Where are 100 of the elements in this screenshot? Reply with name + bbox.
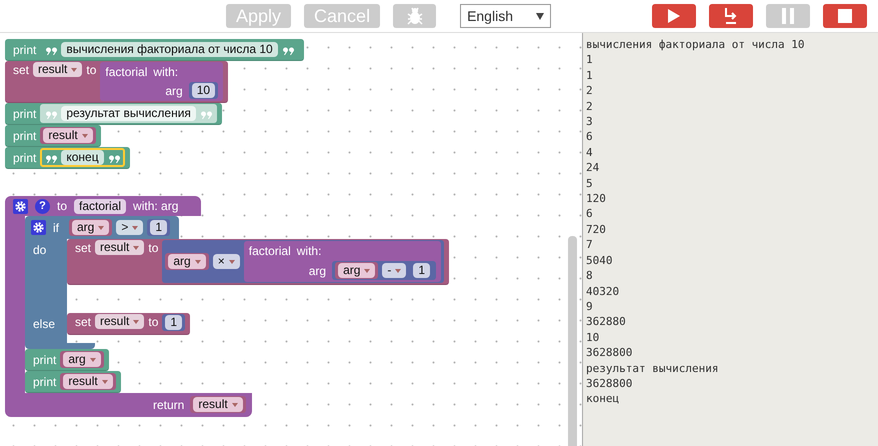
quote-icon (282, 44, 294, 54)
variable-dropdown[interactable]: arg (168, 254, 206, 269)
quote-icon (108, 152, 120, 162)
language-select[interactable]: English (460, 4, 552, 28)
output-line: 720 (586, 222, 606, 238)
operator-dropdown[interactable]: - (382, 263, 406, 278)
output-line: вычисления факториала от числа 10 (586, 37, 805, 52)
stop-button[interactable] (823, 4, 868, 28)
quote-icon (45, 44, 58, 54)
caret-icon (536, 12, 544, 20)
help-icon[interactable]: ? (35, 198, 50, 214)
caret-icon (232, 402, 238, 406)
number-field[interactable]: 10 (192, 83, 216, 98)
operator-dropdown[interactable]: × (212, 254, 240, 269)
block-label: to (148, 314, 158, 330)
stop-icon (838, 9, 852, 23)
block-label: to (86, 62, 96, 78)
block-label: with: arg (133, 198, 178, 214)
pause-icon (782, 8, 794, 24)
block-label: print (13, 106, 36, 122)
output-line: 7 (586, 237, 593, 253)
scrollbar[interactable] (568, 236, 577, 446)
block-label: factorial (105, 64, 148, 80)
variable-dropdown[interactable]: arg (63, 352, 101, 367)
block-label: set (75, 314, 92, 330)
caret-icon (102, 380, 108, 384)
caret-icon (132, 226, 138, 230)
block-label: with: (153, 64, 178, 80)
caret-icon (194, 260, 201, 264)
output-line: 3628800 (586, 376, 632, 392)
variable-dropdown[interactable]: result (193, 397, 243, 412)
output-line: 5040 (586, 252, 612, 268)
quote-icon (45, 152, 58, 162)
output-line: 40320 (586, 284, 620, 299)
variable-dropdown[interactable]: result (63, 374, 113, 389)
output-line: результат вычисления (586, 360, 718, 376)
output-line: 3628800 (586, 345, 632, 361)
caret-icon (82, 134, 88, 138)
text-field[interactable]: вычисления факториала от числа 10 (61, 42, 278, 57)
output-line: 9 (586, 298, 593, 314)
output-line: 362880 (586, 314, 626, 330)
output-line: 5 (586, 176, 593, 192)
gear-icon[interactable] (13, 198, 28, 214)
caret-icon (98, 226, 104, 230)
output-line: 6 (586, 206, 593, 222)
quote-icon (45, 108, 58, 118)
output-line: конец (586, 391, 620, 407)
block-label: print (13, 150, 36, 166)
output-line: 4 (586, 144, 593, 160)
output-line: 10 (586, 330, 600, 346)
operator-dropdown[interactable]: > (116, 220, 144, 235)
block-label: to (57, 198, 68, 214)
output-line: 8 (586, 268, 593, 284)
output-line: 3 (586, 114, 593, 130)
caret-icon (133, 320, 140, 324)
output-line: 2 (586, 83, 593, 99)
output-line: 2 (586, 98, 593, 114)
variable-dropdown[interactable]: arg (338, 263, 376, 278)
text-field[interactable]: конец (61, 150, 104, 165)
block-label: print (33, 374, 56, 390)
function-name-field[interactable]: factorial (74, 198, 126, 214)
bug-icon (404, 6, 425, 26)
variable-dropdown[interactable]: result (33, 62, 82, 77)
number-field[interactable]: 1 (150, 220, 168, 235)
block-label: to (148, 240, 158, 256)
slot-label: else (25, 313, 67, 343)
caret-icon (90, 358, 96, 362)
number-field[interactable]: 1 (413, 263, 430, 278)
block-label: print (13, 128, 36, 144)
block-label: return (153, 396, 184, 412)
block-label: print (13, 42, 36, 58)
caret-icon (71, 68, 78, 72)
output-line: 24 (586, 160, 600, 176)
block-label: set (13, 62, 30, 78)
quote-icon (200, 108, 212, 118)
gear-icon[interactable] (31, 220, 46, 235)
step-button[interactable] (709, 4, 754, 28)
caret-icon (228, 260, 235, 264)
output-line: 120 (586, 191, 606, 206)
run-button[interactable] (652, 4, 696, 28)
block-label: factorial (248, 243, 291, 259)
block-label: if (53, 220, 59, 236)
caret-icon (395, 268, 402, 272)
variable-dropdown[interactable]: arg (72, 220, 110, 235)
play-icon (667, 8, 682, 24)
slot-label: do (25, 239, 67, 313)
caret-icon (364, 268, 370, 272)
block-label: arg (308, 262, 326, 278)
text-block[interactable]: конец (40, 148, 125, 167)
variable-dropdown[interactable]: result (95, 240, 144, 255)
output-line: 1 (586, 52, 593, 68)
caret-icon (133, 246, 140, 250)
output-line: 1 (586, 68, 593, 84)
variable-dropdown[interactable]: result (95, 314, 144, 329)
block-label: with: (296, 243, 322, 259)
block-label: set (75, 240, 92, 256)
output-line: 6 (586, 129, 593, 145)
block-label: arg (165, 82, 183, 98)
number-field[interactable]: 1 (165, 315, 182, 330)
variable-dropdown[interactable]: result (43, 128, 93, 143)
